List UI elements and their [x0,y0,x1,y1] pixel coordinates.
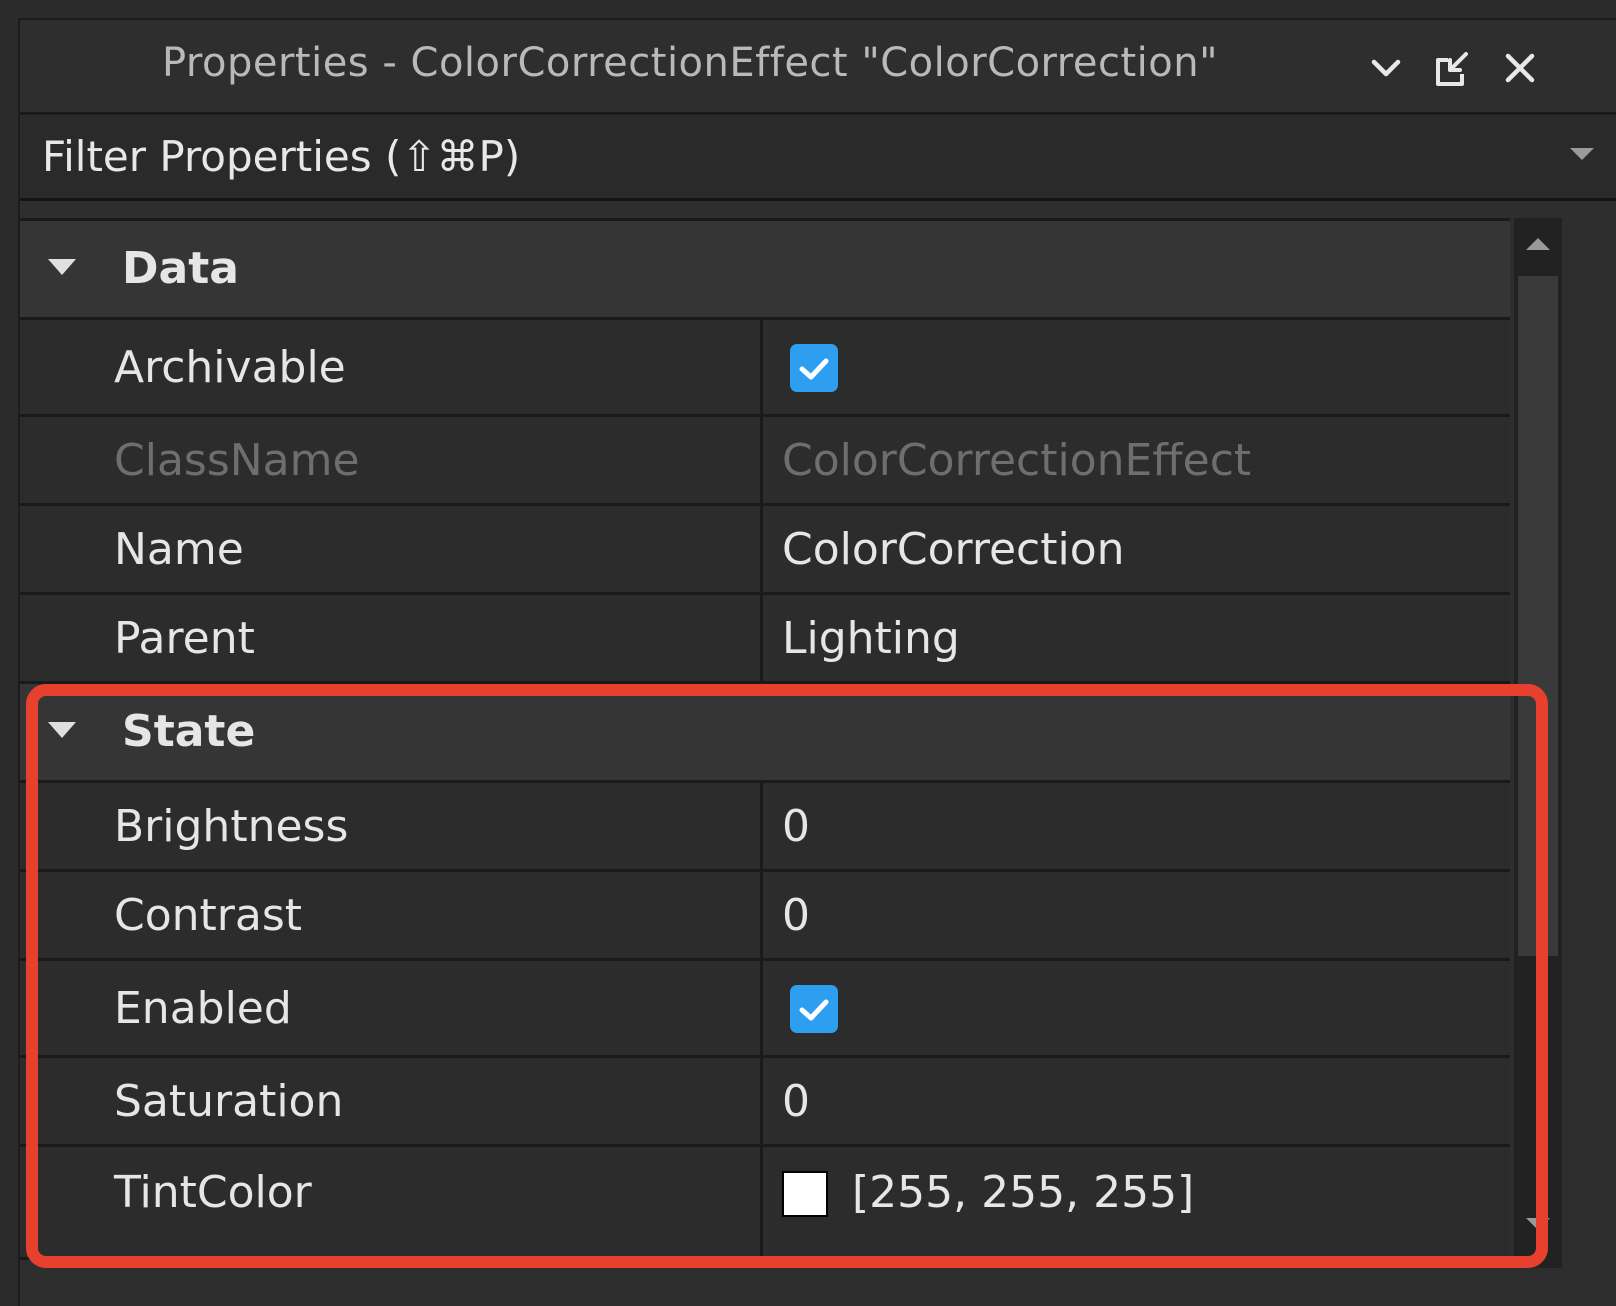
collapse-arrow-icon[interactable] [48,259,76,275]
undock-icon[interactable] [1432,48,1472,88]
property-row-saturation[interactable]: Saturation 0 [20,1058,1510,1147]
column-divider [760,320,763,414]
property-name: Saturation [114,1076,344,1127]
brightness-value-field[interactable]: 0 [782,801,810,852]
column-divider [760,506,763,592]
property-row-name[interactable]: Name ColorCorrection [20,506,1510,595]
column-divider [760,1147,763,1257]
close-icon[interactable] [1500,48,1540,88]
collapse-arrow-icon[interactable] [48,722,76,738]
color-swatch[interactable] [782,1171,828,1217]
property-row-enabled[interactable]: Enabled [20,961,1510,1058]
property-row-contrast[interactable]: Contrast 0 [20,872,1510,961]
title-bar: Properties - ColorCorrectionEffect "Colo… [20,20,1616,115]
name-value-field[interactable]: ColorCorrection [782,524,1125,575]
contrast-value-field[interactable]: 0 [782,890,810,941]
property-row-archivable[interactable]: Archivable [20,320,1510,417]
filter-dropdown-arrow-icon[interactable] [1570,148,1594,160]
property-name: TintColor [114,1167,312,1218]
property-grid: Data Archivable ClassName ColorCorrectio… [20,218,1510,1271]
column-divider [760,783,763,869]
category-label: State [122,706,256,757]
saturation-value-field[interactable]: 0 [782,1076,810,1127]
property-name: Enabled [114,983,292,1034]
scroll-thumb[interactable] [1518,276,1558,956]
category-label: Data [122,243,239,294]
scroll-up-arrow-icon[interactable] [1526,238,1550,250]
column-divider [760,1058,763,1144]
enabled-checkbox[interactable] [790,985,838,1033]
archivable-checkbox[interactable] [790,344,838,392]
property-row-parent[interactable]: Parent Lighting [20,595,1510,684]
parent-value-field[interactable]: Lighting [782,613,960,664]
property-row-brightness[interactable]: Brightness 0 [20,783,1510,872]
property-row-tintcolor[interactable]: TintColor [255, 255, 255] [20,1147,1510,1260]
filter-placeholder: Filter Properties (⇧⌘P) [42,132,521,181]
property-name: Contrast [114,890,303,941]
properties-panel: Properties - ColorCorrectionEffect "Colo… [18,18,1616,1306]
property-row-classname: ClassName ColorCorrectionEffect [20,417,1510,506]
column-divider [760,595,763,681]
column-divider [760,872,763,958]
property-value: ColorCorrectionEffect [782,435,1252,486]
filter-properties-input[interactable]: Filter Properties (⇧⌘P) [20,116,1616,201]
category-data[interactable]: Data [20,221,1510,320]
column-divider [760,417,763,503]
scroll-down-arrow-icon[interactable] [1526,1218,1550,1230]
property-name: Brightness [114,801,349,852]
chevron-down-icon[interactable] [1366,48,1406,88]
property-name: ClassName [114,435,360,486]
panel-title: Properties - ColorCorrectionEffect "Colo… [162,40,1218,86]
property-name: Parent [114,613,255,664]
category-state[interactable]: State [20,684,1510,783]
tintcolor-value-field[interactable]: [255, 255, 255] [852,1167,1194,1218]
vertical-scrollbar[interactable] [1514,218,1562,1268]
property-name: Name [114,524,244,575]
column-divider [760,961,763,1055]
property-name: Archivable [114,342,346,393]
